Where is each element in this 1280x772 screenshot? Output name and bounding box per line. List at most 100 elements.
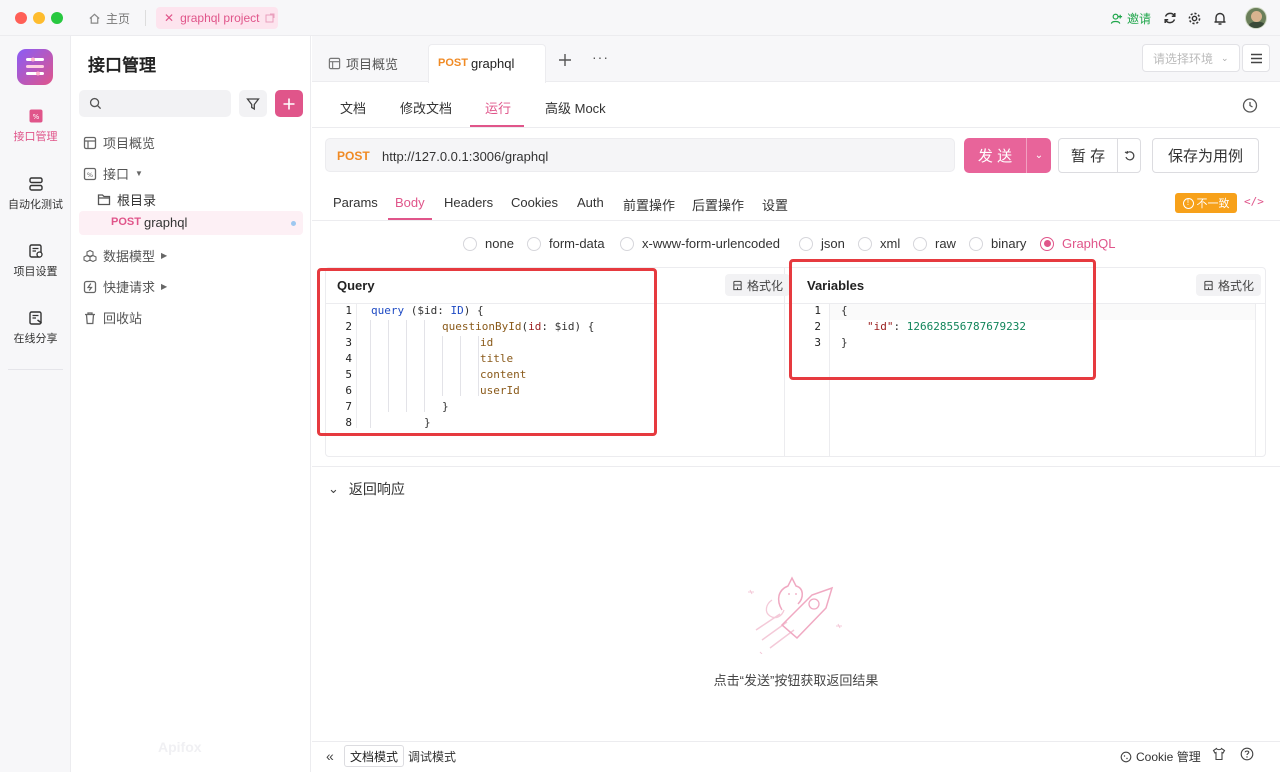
settings-button[interactable]	[1186, 8, 1202, 28]
code-icon[interactable]: </>	[1244, 195, 1264, 208]
svg-text:%: %	[87, 171, 93, 179]
request-method[interactable]: POST	[337, 149, 370, 163]
sync-icon	[1164, 12, 1176, 24]
filter-button[interactable]	[239, 90, 267, 117]
tab-home[interactable]: 主页	[88, 7, 130, 29]
response-header[interactable]: ⌄ 返回响应	[328, 479, 405, 499]
window-minimize-button[interactable]	[33, 12, 45, 24]
bodytab-body[interactable]: Body	[395, 195, 425, 210]
send-dropdown-chevron-icon[interactable]: ⌄	[1027, 138, 1051, 173]
request-url[interactable]: http://127.0.0.1:3006/graphql	[382, 149, 548, 164]
radio-circle[interactable]	[463, 236, 477, 251]
notification-button[interactable]	[1212, 8, 1228, 28]
sidebar-item-trash[interactable]: 回收站	[83, 308, 142, 327]
close-icon[interactable]: ✕	[164, 12, 174, 24]
environment-select[interactable]: 请选择环境 ⌄	[1142, 44, 1240, 72]
mismatch-badge[interactable]: ! 不一致	[1175, 193, 1237, 213]
add-button[interactable]	[275, 90, 303, 117]
theme-button[interactable]	[1212, 747, 1226, 764]
subtab-run[interactable]: 运行	[485, 98, 511, 117]
save-as-case-button[interactable]: 保存为用例	[1152, 138, 1259, 173]
sidebar-search-input[interactable]	[79, 90, 231, 117]
watermark-logo: Apifox	[158, 739, 202, 755]
bodytab-auth[interactable]: Auth	[577, 195, 604, 210]
sidebar-item-overview-label: 项目概览	[103, 136, 156, 151]
save-button[interactable]: 暂 存	[1059, 139, 1117, 172]
sidebar-item-endpoint[interactable]: POST graphql	[79, 211, 303, 235]
bodytab-settings[interactable]: 设置	[762, 195, 788, 214]
sidebar-item-overview[interactable]: 项目概览	[83, 133, 155, 152]
bodytab-post[interactable]: 后置操作	[692, 195, 744, 214]
rail-item-api[interactable]: % 接口管理	[0, 108, 71, 144]
main-panel: 项目概览 POST graphql ··· 请选择环境 ⌄ 文档 修改文档 运行…	[312, 36, 1280, 772]
radio-circle[interactable]	[913, 236, 927, 251]
tab-overview[interactable]: 项目概览	[328, 54, 398, 73]
subtab-edit-doc[interactable]: 修改文档	[400, 98, 452, 117]
radio-circle[interactable]	[858, 236, 872, 251]
sidebar-item-root[interactable]: 根目录	[97, 190, 156, 209]
radio-circle[interactable]	[969, 236, 983, 251]
subtab-doc[interactable]: 文档	[340, 98, 366, 117]
radio-circle[interactable]	[527, 236, 541, 251]
new-tab-button[interactable]	[556, 51, 574, 69]
invite-button[interactable]: 邀请	[1110, 8, 1151, 28]
tab-active-name: graphql	[471, 56, 515, 71]
tab-overview-label: 项目概览	[346, 57, 399, 72]
nav-rail: % 接口管理 自动化测试 项目设置 在线分享	[0, 36, 71, 772]
tab-active-endpoint[interactable]: POST graphql	[428, 44, 546, 83]
radio-xml[interactable]: xml	[858, 236, 900, 251]
history-button[interactable]	[1242, 97, 1259, 117]
radio-binary[interactable]: binary	[969, 236, 1026, 251]
bodytab-divider	[312, 220, 1280, 221]
shirt-icon	[1212, 747, 1226, 761]
doc-mode-button[interactable]: 文档模式	[344, 745, 405, 767]
rail-item-settings[interactable]: 项目设置	[0, 243, 71, 279]
radio-circle-selected[interactable]	[1040, 236, 1054, 251]
bodytab-pre[interactable]: 前置操作	[623, 195, 675, 214]
radio-graphql[interactable]: GraphQL	[1040, 236, 1115, 251]
caret-right-icon[interactable]: ▶	[161, 251, 167, 260]
mismatch-badge-label: 不一致	[1196, 198, 1230, 210]
help-button[interactable]	[1240, 747, 1254, 764]
sidebar-item-api[interactable]: % 接口 ▼	[83, 164, 143, 183]
send-button[interactable]: 发 送	[964, 138, 1026, 173]
window-close-button[interactable]	[15, 12, 27, 24]
query-format-button[interactable]: 格式化	[725, 274, 791, 296]
more-tabs-icon[interactable]: ···	[592, 49, 609, 65]
radio-raw[interactable]: raw	[913, 236, 956, 251]
rail-item-automation[interactable]: 自动化测试	[0, 176, 71, 212]
caret-down-icon[interactable]: ▼	[135, 169, 143, 178]
rail-item-share[interactable]: 在线分享	[0, 310, 71, 346]
debug-mode-button[interactable]: 调试模式	[406, 745, 458, 767]
tab-project[interactable]: ✕ graphql project	[156, 7, 278, 29]
radio-urlencoded[interactable]: x-www-form-urlencoded	[620, 236, 780, 251]
menu-button[interactable]	[1242, 44, 1270, 72]
bodytab-headers[interactable]: Headers	[444, 195, 493, 210]
url-bar[interactable]: POST http://127.0.0.1:3006/graphql	[325, 138, 955, 172]
sync-button[interactable]	[1162, 8, 1178, 28]
external-link-icon[interactable]	[265, 13, 275, 23]
sidebar-item-quick-request[interactable]: 快捷请求 ▶	[83, 277, 167, 296]
sidebar-item-data-model[interactable]: 数据模型 ▶	[83, 246, 167, 265]
radio-form-data[interactable]: form-data	[527, 236, 605, 251]
rail-item-share-label: 在线分享	[13, 333, 58, 345]
window-maximize-button[interactable]	[51, 12, 63, 24]
radio-circle[interactable]	[620, 236, 634, 251]
cookie-manager-label: Cookie 管理	[1136, 750, 1201, 764]
reset-button[interactable]	[1118, 139, 1141, 172]
endpoint-method-badge: POST	[111, 216, 141, 228]
avatar[interactable]	[1245, 7, 1267, 29]
bodytab-cookies[interactable]: Cookies	[511, 195, 558, 210]
radio-none[interactable]: none	[463, 236, 514, 251]
bodytab-params[interactable]: Params	[333, 195, 378, 210]
caret-right-icon[interactable]: ▶	[161, 282, 167, 291]
bell-icon	[1214, 12, 1226, 25]
collapse-sidebar-icon[interactable]: «	[326, 748, 334, 764]
radio-circle[interactable]	[799, 236, 813, 251]
radio-form-data-label: form-data	[549, 236, 605, 251]
broom-icon	[733, 280, 742, 290]
radio-json[interactable]: json	[799, 236, 845, 251]
variables-format-button[interactable]: 格式化	[1196, 274, 1262, 296]
cookie-manager-button[interactable]: Cookie 管理	[1120, 748, 1201, 765]
subtab-mock[interactable]: 高级 Mock	[545, 98, 606, 117]
